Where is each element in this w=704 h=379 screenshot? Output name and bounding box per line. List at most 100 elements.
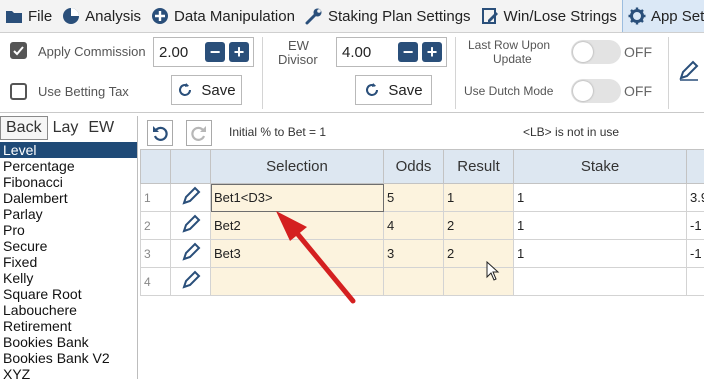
edit-row-button[interactable]: [170, 183, 211, 212]
redo-icon: [191, 126, 206, 141]
last-row-toggle[interactable]: [571, 40, 621, 64]
menu-data-manipulation[interactable]: Data Manipulation: [146, 0, 300, 32]
plan-item-pro[interactable]: Pro: [0, 222, 137, 238]
odds-cell[interactable]: 4: [383, 211, 444, 240]
mouse-cursor-icon: [486, 261, 500, 281]
plan-item-parlay[interactable]: Parlay: [0, 206, 137, 222]
settings-ribbon: Apply Commission 2.00 − + Use Betting Ta…: [0, 33, 704, 113]
ew-label-line1: EW: [288, 38, 309, 53]
selection-cell[interactable]: Bet3: [210, 239, 384, 268]
commission-increment-button[interactable]: +: [229, 42, 249, 62]
last-row-label-line2: Update: [493, 52, 532, 66]
use-betting-tax-label: Use Betting Tax: [38, 84, 129, 99]
plan-item-labouchere[interactable]: Labouchere: [0, 302, 137, 318]
menu-file[interactable]: File: [0, 0, 57, 32]
selection-cell[interactable]: [210, 267, 384, 296]
ew-label-line2: Divisor: [278, 52, 318, 67]
plan-item-secure[interactable]: Secure: [0, 238, 137, 254]
use-betting-tax-checkbox[interactable]: [10, 83, 27, 100]
redo-button[interactable]: [186, 120, 212, 146]
pencil-icon: [181, 214, 200, 233]
menu-bar: File Analysis Data Manipulation Staking …: [0, 0, 704, 33]
edit-row-button[interactable]: [170, 211, 211, 240]
menu-win-lose-strings[interactable]: Win/Lose Strings: [476, 0, 622, 32]
save-commission-button[interactable]: Save: [171, 75, 242, 105]
ew-divisor-value[interactable]: 4.00: [337, 44, 398, 61]
initial-percent-text: Initial % to Bet = 1: [229, 125, 327, 139]
edit-row-button[interactable]: [170, 239, 211, 268]
menu-file-label: File: [28, 7, 53, 25]
use-dutch-toggle[interactable]: [571, 79, 621, 103]
row-number: 1: [140, 183, 171, 212]
apply-commission-label: Apply Commission: [38, 44, 146, 59]
odds-cell[interactable]: [383, 267, 444, 296]
plus-circle-icon: [151, 7, 169, 25]
undo-button[interactable]: [147, 120, 173, 146]
tab-ew[interactable]: EW: [83, 116, 119, 140]
ribbon-divider-3: [668, 37, 669, 109]
plan-item-bookies-bank[interactable]: Bookies Bank: [0, 334, 137, 350]
grid-toolbar: Initial % to Bet = 1 <LB> is not in use: [140, 116, 704, 148]
toggle-knob: [573, 42, 593, 62]
result-cell[interactable]: [443, 267, 514, 296]
tab-back[interactable]: Back: [0, 116, 48, 140]
table-row: 3 Bet3 3 2 1 -1: [140, 239, 704, 268]
grid-filler: [141, 296, 704, 379]
grid-empty-area: [141, 296, 704, 379]
commission-stepper[interactable]: 2.00 − +: [153, 37, 254, 67]
refresh-icon: [179, 83, 192, 96]
plan-item-fibonacci[interactable]: Fibonacci: [0, 174, 137, 190]
use-dutch-label: Use Dutch Mode: [464, 84, 554, 98]
bets-grid: Selection Odds Result Stake 1 Bet1<D3> 5…: [140, 149, 704, 379]
menu-analysis[interactable]: Analysis: [57, 0, 146, 32]
plan-item-square-root[interactable]: Square Root: [0, 286, 137, 302]
apply-commission-checkbox[interactable]: [10, 42, 27, 59]
table-row: 4: [140, 267, 704, 296]
header-selection[interactable]: Selection: [210, 149, 384, 184]
menu-staking-plan-settings-label: Staking Plan Settings: [327, 7, 471, 25]
header-stake[interactable]: Stake: [513, 149, 687, 184]
menu-staking-plan-settings[interactable]: Staking Plan Settings: [300, 0, 476, 32]
plan-item-percentage[interactable]: Percentage: [0, 158, 137, 174]
pencil-icon: [181, 186, 200, 205]
result-cell[interactable]: 2: [443, 211, 514, 240]
header-odds[interactable]: Odds: [383, 149, 444, 184]
odds-cell[interactable]: 5: [383, 183, 444, 212]
plan-item-retirement[interactable]: Retirement: [0, 318, 137, 334]
ew-divisor-decrement-button[interactable]: −: [398, 42, 418, 62]
edit-row-button[interactable]: [170, 267, 211, 296]
save-ew-label: Save: [388, 81, 423, 99]
plan-item-dalembert[interactable]: Dalembert: [0, 190, 137, 206]
undo-icon: [153, 126, 168, 141]
header-result[interactable]: Result: [443, 149, 514, 184]
menu-app-settings[interactable]: App Setti: [621, 0, 704, 32]
ribbon-divider-2: [455, 37, 456, 109]
last-row-label-line1: Last Row Upon: [468, 38, 551, 52]
last-row-state: OFF: [624, 44, 652, 60]
stake-cell: 1: [513, 239, 687, 268]
plan-item-xyz[interactable]: XYZ: [0, 366, 137, 379]
commission-value[interactable]: 2.00: [154, 44, 205, 61]
staking-plan-list: Level Percentage Fibonacci Dalembert Par…: [0, 142, 137, 379]
tab-lay[interactable]: Lay: [48, 116, 84, 140]
selection-cell[interactable]: Bet1<D3>: [210, 183, 384, 212]
plan-item-fixed[interactable]: Fixed: [0, 254, 137, 270]
plan-item-bookies-bank-v2[interactable]: Bookies Bank V2: [0, 350, 137, 366]
result-cell[interactable]: 1: [443, 183, 514, 212]
pencil-icon[interactable]: [678, 59, 700, 84]
selection-cell[interactable]: Bet2: [210, 211, 384, 240]
commission-decrement-button[interactable]: −: [205, 42, 225, 62]
odds-cell[interactable]: 3: [383, 239, 444, 268]
plan-item-level[interactable]: Level: [0, 142, 137, 158]
extra-cell: -1: [686, 211, 704, 240]
lb-status-text: <LB> is not in use: [523, 125, 620, 139]
ew-divisor-stepper[interactable]: 4.00 − +: [336, 37, 447, 67]
extra-cell: -1: [686, 239, 704, 268]
save-ew-button[interactable]: Save: [355, 75, 432, 105]
header-edit: [170, 149, 211, 184]
stake-cell: 1: [513, 183, 687, 212]
ew-divisor-increment-button[interactable]: +: [422, 42, 442, 62]
extra-cell: [686, 267, 704, 296]
plan-item-kelly[interactable]: Kelly: [0, 270, 137, 286]
result-cell[interactable]: 2: [443, 239, 514, 268]
